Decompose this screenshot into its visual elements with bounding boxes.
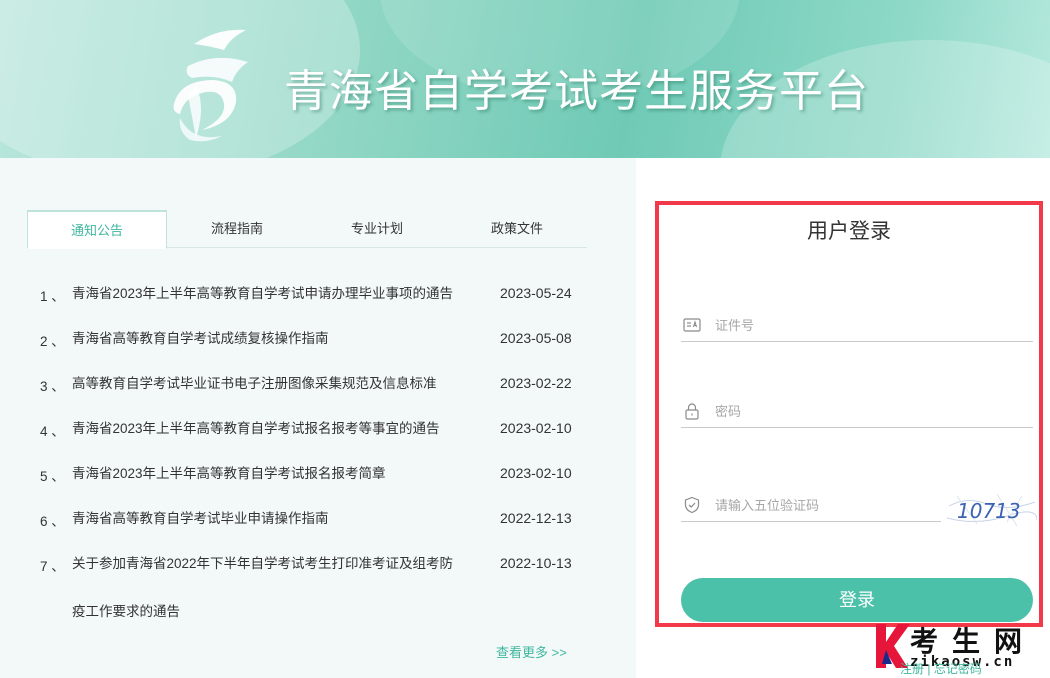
notice-number: 6 、 xyxy=(40,514,65,529)
password-input[interactable] xyxy=(715,398,1015,424)
notice-number: 2 、 xyxy=(40,334,65,349)
list-item: 7 、 关于参加青海省2022年下半年自学考试考生打印准考证及组考防 2022-… xyxy=(40,541,600,631)
lock-icon xyxy=(685,403,699,420)
notice-title-link[interactable]: 青海省2023年上半年高等教育自学考试报名报考等事宜的通告 xyxy=(72,406,477,451)
shield-check-icon xyxy=(684,496,700,514)
login-panel: 用户登录 10713 登录 xyxy=(655,201,1043,627)
tab-process-guide[interactable]: 流程指南 xyxy=(167,210,307,249)
id-number-field xyxy=(681,308,1033,342)
notice-number: 1 、 xyxy=(40,289,65,304)
notice-number: 4 、 xyxy=(40,424,65,439)
qinghai-zikao-logo-icon xyxy=(173,29,248,142)
notice-panel: 通知公告 流程指南 专业计划 政策文件 1 、 青海省2023年上半年高等教育自… xyxy=(0,158,636,678)
notice-title-link[interactable]: 关于参加青海省2022年下半年自学考试考生打印准考证及组考防 xyxy=(72,541,477,586)
list-item: 6 、 青海省高等教育自学考试毕业申请操作指南 2022-12-13 xyxy=(40,496,600,541)
captcha-code: 10713 xyxy=(957,499,1021,523)
notice-tabs: 通知公告 流程指南 专业计划 政策文件 xyxy=(27,210,587,249)
list-item: 1 、 青海省2023年上半年高等教育自学考试申请办理毕业事项的通告 2023-… xyxy=(40,271,600,316)
notice-date: 2023-02-10 xyxy=(500,465,572,481)
notice-number: 7 、 xyxy=(40,559,65,574)
notice-date: 2022-12-13 xyxy=(500,510,572,526)
login-title: 用户登录 xyxy=(807,220,891,243)
site-title: 青海省自学考试考生服务平台 xyxy=(284,66,869,117)
tab-major-plans[interactable]: 专业计划 xyxy=(307,210,447,249)
list-item: 2 、 青海省高等教育自学考试成绩复核操作指南 2023-05-08 xyxy=(40,316,600,361)
notice-title-link[interactable]: 青海省高等教育自学考试毕业申请操作指南 xyxy=(72,496,477,541)
notice-title-link[interactable]: 青海省2023年上半年高等教育自学考试报名报考简章 xyxy=(72,451,477,496)
register-link[interactable]: 注册 xyxy=(900,662,924,676)
notice-date: 2023-05-24 xyxy=(500,285,572,301)
notice-number: 5 、 xyxy=(40,469,65,484)
notice-title-line: 关于参加青海省2022年下半年自学考试考生打印准考证及组考防 xyxy=(72,556,454,571)
id-card-icon xyxy=(683,318,701,332)
captcha-field xyxy=(681,488,1015,522)
list-item: 4 、 青海省2023年上半年高等教育自学考试报名报考等事宜的通告 2023-0… xyxy=(40,406,600,451)
tab-notices[interactable]: 通知公告 xyxy=(27,210,167,249)
login-button[interactable]: 登录 xyxy=(681,578,1033,622)
captcha-image[interactable]: 10713 xyxy=(947,492,1037,528)
list-item: 5 、 青海省2023年上半年高等教育自学考试报名报考简章 2023-02-10 xyxy=(40,451,600,496)
forgot-password-link[interactable]: 忘记密码 xyxy=(934,662,982,676)
notice-title-link[interactable]: 高等教育自学考试毕业证书电子注册图像采集规范及信息标准 xyxy=(72,361,477,406)
header-banner: 青海省自学考试考生服务平台 xyxy=(0,0,1050,158)
notice-date: 2022-10-13 xyxy=(500,555,572,571)
notice-date: 2023-05-08 xyxy=(500,330,572,346)
tab-policy-files[interactable]: 政策文件 xyxy=(447,210,587,249)
view-more-link[interactable]: 查看更多 >> xyxy=(496,642,567,661)
list-item: 3 、 高等教育自学考试毕业证书电子注册图像采集规范及信息标准 2023-02-… xyxy=(40,361,600,406)
id-number-input[interactable] xyxy=(715,312,1015,338)
link-separator: | xyxy=(927,662,931,676)
notice-title-link[interactable]: 青海省2023年上半年高等教育自学考试申请办理毕业事项的通告 xyxy=(72,271,477,316)
account-links: 注册 | 忘记密码 xyxy=(900,660,982,677)
notice-title-continued[interactable]: 疫工作要求的通告 xyxy=(72,600,180,620)
notice-number: 3 、 xyxy=(40,379,65,394)
notice-title-link[interactable]: 青海省高等教育自学考试成绩复核操作指南 xyxy=(72,316,477,361)
notice-date: 2023-02-10 xyxy=(500,420,572,436)
notice-date: 2023-02-22 xyxy=(500,375,572,391)
password-field xyxy=(681,394,1033,428)
